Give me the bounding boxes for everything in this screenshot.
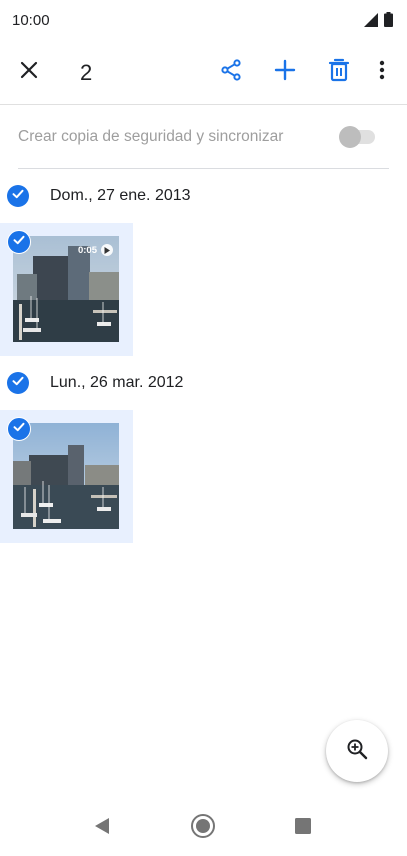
media-tile-photo[interactable]: [0, 410, 133, 543]
signal-icon: [364, 12, 378, 32]
delete-button[interactable]: [319, 52, 359, 92]
back-icon: [93, 817, 111, 840]
video-thumbnail: 0:05: [13, 236, 119, 342]
media-tile-video[interactable]: 0:05: [0, 223, 133, 356]
date-header-1: Dom., 27 ene. 2013: [0, 182, 407, 212]
share-button[interactable]: [211, 52, 251, 92]
select-item-checkbox-1[interactable]: [7, 230, 31, 254]
share-icon: [219, 58, 243, 87]
home-icon: [190, 813, 216, 844]
home-button[interactable]: [189, 813, 217, 844]
date-label-2: Lun., 26 mar. 2012: [50, 374, 184, 391]
back-button[interactable]: [88, 814, 116, 842]
video-duration: 0:05: [77, 244, 97, 256]
select-date-checkbox-2[interactable]: [7, 372, 29, 394]
select-item-checkbox-2[interactable]: [7, 417, 31, 441]
more-vert-icon: [379, 60, 385, 85]
status-icons: [364, 12, 393, 32]
status-bar: 10:00: [0, 0, 407, 40]
close-icon: [19, 60, 39, 85]
check-icon: [11, 187, 25, 206]
close-button[interactable]: [9, 52, 49, 92]
check-icon: [12, 233, 26, 252]
photo-thumbnail: [13, 423, 119, 529]
backup-divider: [18, 168, 389, 169]
backup-sync-label: Crear copia de seguridad y sincronizar: [18, 128, 284, 145]
system-nav-bar: [0, 800, 407, 856]
add-to-button[interactable]: [265, 52, 305, 92]
add-icon: [274, 59, 296, 86]
zoom-in-icon: [346, 738, 368, 765]
video-duration-badge: 0:05: [78, 244, 113, 256]
check-icon: [11, 374, 25, 393]
date-label-1: Dom., 27 ene. 2013: [50, 187, 191, 204]
backup-sync-row: Crear copia de seguridad y sincronizar: [0, 112, 407, 162]
recents-button[interactable]: [289, 814, 317, 842]
play-icon: [101, 244, 113, 256]
battery-icon: [384, 12, 393, 32]
select-date-checkbox-1[interactable]: [7, 185, 29, 207]
toolbar-divider: [0, 104, 407, 105]
delete-icon: [328, 58, 350, 87]
selected-count: 2: [80, 60, 93, 85]
more-options-button[interactable]: [362, 52, 402, 92]
date-header-2: Lun., 26 mar. 2012: [0, 369, 407, 399]
zoom-in-button[interactable]: [326, 720, 388, 782]
toggle-thumb: [339, 126, 361, 148]
check-icon: [12, 420, 26, 439]
selection-toolbar: 2: [0, 44, 407, 100]
status-time: 10:00: [12, 12, 50, 29]
backup-sync-toggle[interactable]: [339, 126, 377, 148]
recents-icon: [294, 817, 312, 840]
